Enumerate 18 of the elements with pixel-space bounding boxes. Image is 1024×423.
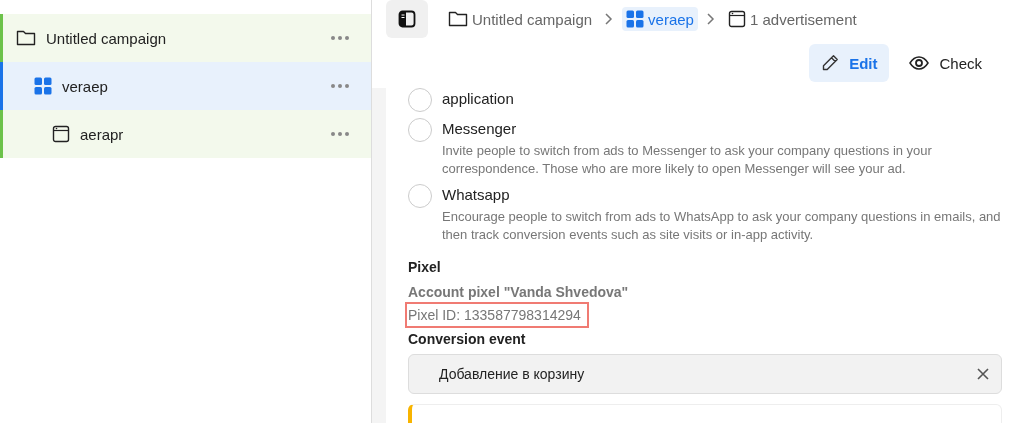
edit-button[interactable]: Edit <box>809 44 890 82</box>
option-description: Invite people to switch from ads to Messenger to ask your company questions in your correspondence. Those who are more likely to open Messenger will see your ad. <box>442 142 933 178</box>
tree-item[interactable]: aerapr <box>0 110 371 158</box>
conversion-event-select[interactable]: Добавление в корзину <box>408 354 1002 394</box>
field-label: Conversion event <box>408 330 527 349</box>
check-button[interactable]: Check <box>897 44 994 82</box>
option-label: Whatsapp <box>442 185 511 205</box>
breadcrumb-item[interactable]: veraep <box>622 7 698 31</box>
option-label: Messenger <box>442 119 518 139</box>
section-heading: Pixel <box>408 258 442 277</box>
breadcrumb-item[interactable]: Untitled campaign <box>444 7 597 31</box>
account-pixel-label: Account pixel "Vanda Shvedova" <box>408 283 630 302</box>
tree-item[interactable]: veraep <box>0 62 371 110</box>
option-description: Encourage people to switch from ads to WhatsApp to ask your company questions in emails, and then track conversion events such as site visits or in-app activity. <box>442 208 1002 244</box>
option-label: application <box>442 89 514 109</box>
tree-item[interactable]: Untitled campaign <box>0 14 371 62</box>
breadcrumb-item[interactable]: 1 advertisement <box>723 7 861 31</box>
pixel-id-text: Pixel ID: 133587798314294 <box>405 302 589 328</box>
